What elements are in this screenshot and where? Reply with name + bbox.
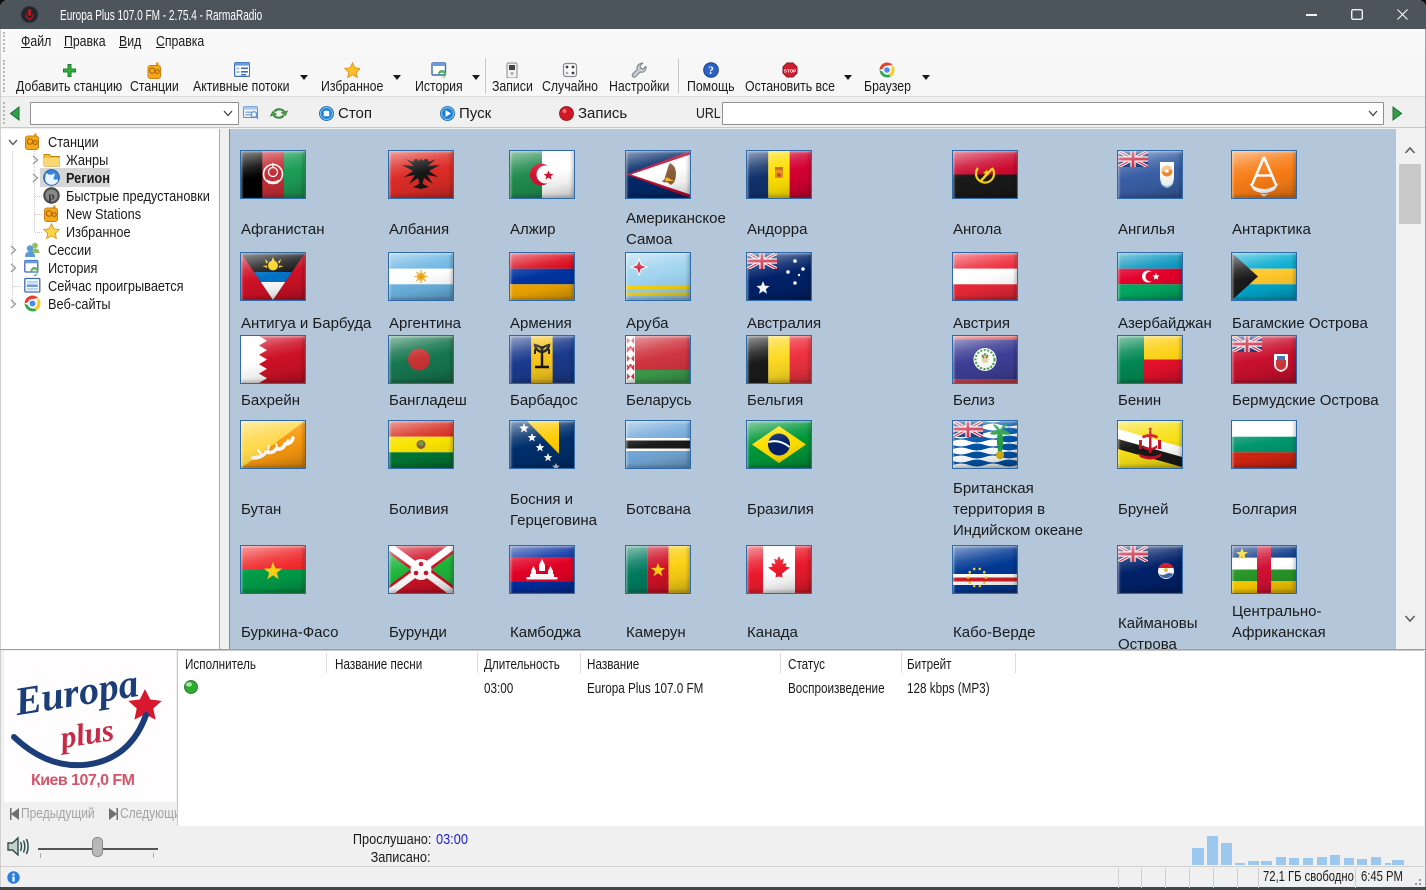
svg-text:?: ? [708,65,714,77]
svg-text:p: p [48,191,54,203]
svg-text:STOP: STOP [784,68,796,73]
svg-text:plus: plus [55,712,116,755]
svg-text:Киев 107,0 FM: Киев 107,0 FM [31,772,135,789]
svg-text:Europa: Europa [10,660,141,724]
